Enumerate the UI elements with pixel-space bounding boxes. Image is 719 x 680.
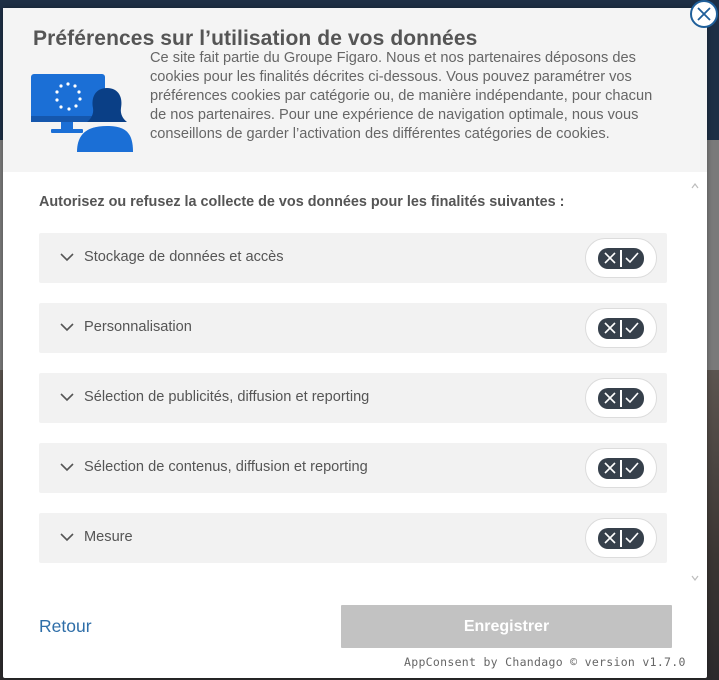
consent-toggle[interactable] (585, 518, 657, 558)
back-link[interactable]: Retour (39, 616, 92, 637)
refuse-icon[interactable] (604, 252, 616, 264)
toggle-divider (620, 460, 622, 477)
consent-modal: Préférences sur l’utilisation de vos don… (3, 8, 707, 678)
scrollbar[interactable] (691, 176, 699, 588)
toggle-track (598, 248, 644, 269)
consent-toggle[interactable] (585, 308, 657, 348)
category-label: Sélection de contenus, diffusion et repo… (84, 459, 368, 475)
version-credit: AppConsent by Chandago © version v1.7.0 (404, 655, 686, 669)
refuse-icon[interactable] (604, 462, 616, 474)
refuse-icon[interactable] (604, 532, 616, 544)
category-list: Stockage de données et accès Personnalis… (39, 233, 667, 583)
purposes-section: Autorisez ou refusez la collecte de vos … (3, 172, 707, 602)
modal-footer: Retour Enregistrer AppConsent by Chandag… (3, 602, 707, 678)
consent-toggle[interactable] (585, 448, 657, 488)
chevron-down-icon (60, 323, 74, 332)
modal-description: Ce site fait partie du Groupe Figaro. No… (150, 50, 653, 142)
modal-header: Préférences sur l’utilisation de vos don… (3, 8, 707, 172)
chevron-down-icon (60, 463, 74, 472)
toggle-divider (620, 390, 622, 407)
chevron-down-icon (60, 253, 74, 262)
toggle-divider (620, 320, 622, 337)
accept-icon[interactable] (625, 392, 639, 404)
toggle-track (598, 458, 644, 479)
toggle-track (598, 528, 644, 549)
close-icon (697, 7, 711, 21)
accept-icon[interactable] (625, 252, 639, 264)
modal-title: Préférences sur l’utilisation de vos don… (33, 27, 478, 50)
chevron-down-icon (60, 393, 74, 402)
toggle-divider (620, 250, 622, 267)
consent-toggle[interactable] (585, 378, 657, 418)
category-label: Stockage de données et accès (84, 249, 284, 265)
accept-icon[interactable] (625, 532, 639, 544)
chevron-down-icon (60, 533, 74, 542)
toggle-track (598, 318, 644, 339)
category-row[interactable]: Personnalisation (39, 303, 667, 353)
close-button[interactable] (690, 0, 718, 28)
refuse-icon[interactable] (604, 392, 616, 404)
category-label: Sélection de publicités, diffusion et re… (84, 389, 370, 405)
toggle-track (598, 388, 644, 409)
category-row[interactable]: Sélection de contenus, diffusion et repo… (39, 443, 667, 493)
purposes-intro: Autorisez ou refusez la collecte de vos … (39, 194, 565, 210)
category-label: Mesure (84, 529, 133, 545)
category-row[interactable]: Stockage de données et accès (39, 233, 667, 283)
consent-toggle[interactable] (585, 238, 657, 278)
category-row[interactable]: Mesure (39, 513, 667, 563)
category-row[interactable]: Sélection de publicités, diffusion et re… (39, 373, 667, 423)
accept-icon[interactable] (625, 462, 639, 474)
accept-icon[interactable] (625, 322, 639, 334)
save-button[interactable]: Enregistrer (341, 605, 672, 648)
refuse-icon[interactable] (604, 322, 616, 334)
eu-user-computer-icon (31, 74, 133, 152)
category-label: Personnalisation (84, 319, 192, 335)
toggle-divider (620, 530, 622, 547)
